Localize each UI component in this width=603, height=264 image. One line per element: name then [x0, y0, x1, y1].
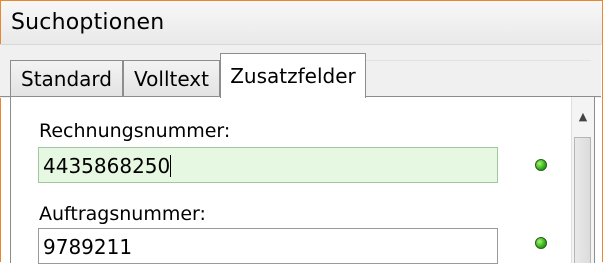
tab-volltext-label: Volltext	[134, 66, 209, 91]
green-status-dot-icon	[535, 237, 547, 249]
tab-strip-filler	[366, 60, 591, 97]
invoice-number-label: Rechnungsnummer:	[39, 120, 231, 142]
tab-zusatzfelder-label: Zusatzfelder	[230, 64, 356, 88]
tab-volltext[interactable]: Volltext	[123, 60, 220, 96]
green-status-dot-icon	[535, 159, 547, 171]
tab-standard-label: Standard	[21, 66, 112, 91]
scroll-thumb[interactable]	[574, 137, 591, 263]
order-number-value: 9789211	[43, 235, 133, 259]
text-caret	[170, 155, 172, 177]
scroll-up-arrow-icon[interactable]: ▲	[572, 105, 594, 127]
tab-standard[interactable]: Standard	[10, 60, 123, 96]
panel-title: Suchoptionen	[11, 10, 165, 35]
invoice-number-value: 4435868250	[43, 154, 171, 178]
title-bar: Suchoptionen	[1, 1, 602, 45]
order-number-label: Auftragsnummer:	[39, 203, 206, 225]
vertical-scrollbar[interactable]: ▲	[571, 97, 594, 263]
tab-zusatzfelder[interactable]: Zusatzfelder	[220, 53, 366, 98]
invoice-number-input[interactable]: 4435868250	[38, 147, 498, 183]
order-number-input[interactable]: 9789211	[38, 228, 498, 264]
